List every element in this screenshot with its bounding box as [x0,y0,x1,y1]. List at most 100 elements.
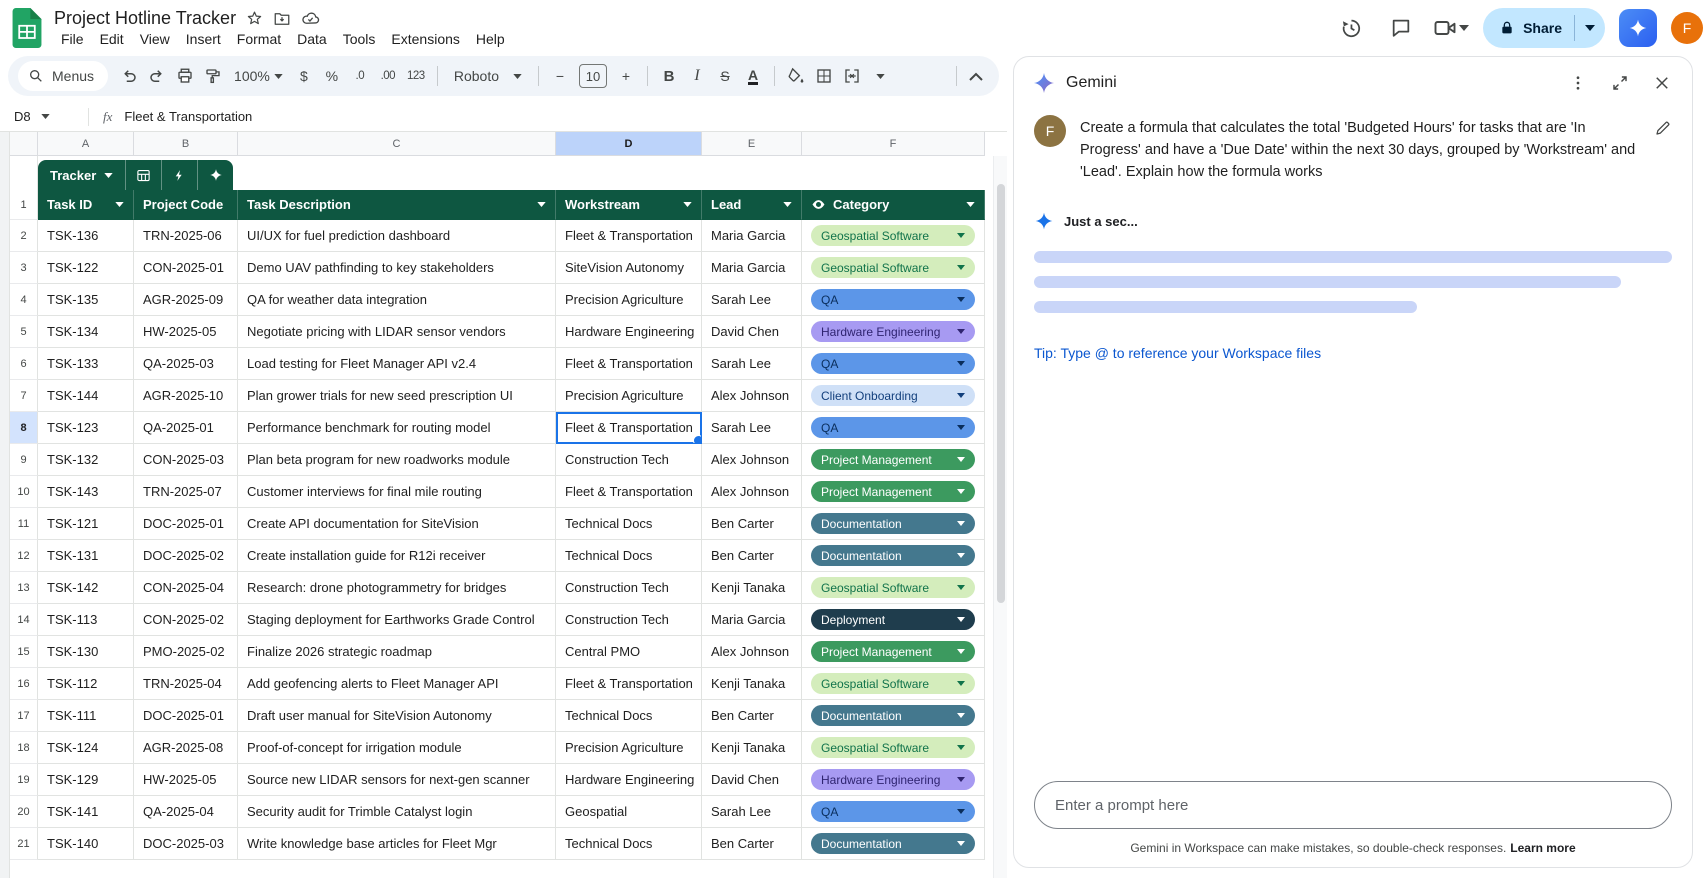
table-gemini-button[interactable] [197,160,233,190]
cell-category-13[interactable]: Geospatial Software [802,572,985,604]
sheets-logo-icon[interactable] [12,8,42,48]
bold-button[interactable]: B [656,62,682,90]
cloud-status-icon[interactable] [301,9,320,28]
cell-lead-4[interactable]: Sarah Lee [702,284,802,316]
cell-description-3[interactable]: Demo UAV pathfinding to key stakeholders [238,252,556,284]
cell-workstream-5[interactable]: Hardware Engineering [556,316,702,348]
category-chip[interactable]: Geospatial Software [811,577,975,598]
column-header-d[interactable]: D [556,132,702,156]
cell-workstream-6[interactable]: Fleet & Transportation [556,348,702,380]
cell-workstream-2[interactable]: Fleet & Transportation [556,220,702,252]
row-number-13[interactable]: 13 [10,572,38,604]
redo-button[interactable] [144,62,170,90]
cell-category-8[interactable]: QA [802,412,985,444]
cell-workstream-3[interactable]: SiteVision Autonomy [556,252,702,284]
row-number-6[interactable]: 6 [10,348,38,380]
row-number-18[interactable]: 18 [10,732,38,764]
chevron-down-icon[interactable] [1459,25,1469,31]
cell-taskid-6[interactable]: TSK-133 [38,348,134,380]
learn-more-link[interactable]: Learn more [1510,841,1575,855]
cell-code-4[interactable]: AGR-2025-09 [134,284,238,316]
category-chip[interactable]: Geospatial Software [811,257,975,278]
row-number-20[interactable]: 20 [10,796,38,828]
cell-code-14[interactable]: CON-2025-02 [134,604,238,636]
cell-description-19[interactable]: Source new LIDAR sensors for next-gen sc… [238,764,556,796]
cell-code-19[interactable]: HW-2025-05 [134,764,238,796]
cell-category-10[interactable]: Project Management [802,476,985,508]
cell-workstream-16[interactable]: Fleet & Transportation [556,668,702,700]
cell-category-5[interactable]: Hardware Engineering [802,316,985,348]
cell-description-9[interactable]: Plan beta program for new roadworks modu… [238,444,556,476]
cell-workstream-17[interactable]: Technical Docs [556,700,702,732]
row-number-11[interactable]: 11 [10,508,38,540]
cell-workstream-8[interactable]: Fleet & Transportation [556,412,702,444]
strikethrough-button[interactable]: S [712,62,738,90]
cell-workstream-11[interactable]: Technical Docs [556,508,702,540]
menus-search-button[interactable]: Menus [18,61,108,91]
cell-lead-13[interactable]: Kenji Tanaka [702,572,802,604]
cell-lead-15[interactable]: Alex Johnson [702,636,802,668]
cell-lead-8[interactable]: Sarah Lee [702,412,802,444]
cell-lead-20[interactable]: Sarah Lee [702,796,802,828]
format-currency-button[interactable]: $ [291,62,317,90]
italic-button[interactable]: I [684,62,710,90]
row-number-12[interactable]: 12 [10,540,38,572]
cell-category-9[interactable]: Project Management [802,444,985,476]
cell-code-13[interactable]: CON-2025-04 [134,572,238,604]
cell-lead-16[interactable]: Kenji Tanaka [702,668,802,700]
header-workstream[interactable]: Workstream [556,190,702,220]
fill-color-button[interactable] [783,62,809,90]
cell-category-20[interactable]: QA [802,796,985,828]
category-chip[interactable]: Project Management [811,481,975,502]
cell-workstream-4[interactable]: Precision Agriculture [556,284,702,316]
meet-button[interactable] [1433,16,1469,40]
font-family-select[interactable]: Roboto [446,68,530,84]
cell-description-15[interactable]: Finalize 2026 strategic roadmap [238,636,556,668]
cell-taskid-13[interactable]: TSK-142 [38,572,134,604]
menu-insert[interactable]: Insert [179,30,228,48]
cell-workstream-10[interactable]: Fleet & Transportation [556,476,702,508]
cell-code-3[interactable]: CON-2025-01 [134,252,238,284]
cell-code-12[interactable]: DOC-2025-02 [134,540,238,572]
share-dropdown-button[interactable] [1575,8,1605,48]
cell-taskid-16[interactable]: TSK-112 [38,668,134,700]
category-chip[interactable]: Hardware Engineering [811,321,975,342]
row-number-5[interactable]: 5 [10,316,38,348]
decrease-font-size-button[interactable]: − [547,62,573,90]
formula-input[interactable]: Fleet & Transportation [124,109,252,124]
row-number-16[interactable]: 16 [10,668,38,700]
cell-code-18[interactable]: AGR-2025-08 [134,732,238,764]
cell-code-11[interactable]: DOC-2025-01 [134,508,238,540]
cell-lead-18[interactable]: Kenji Tanaka [702,732,802,764]
cell-description-8[interactable]: Performance benchmark for routing model [238,412,556,444]
cell-description-16[interactable]: Add geofencing alerts to Fleet Manager A… [238,668,556,700]
category-chip[interactable]: Deployment [811,609,975,630]
cell-description-10[interactable]: Customer interviews for final mile routi… [238,476,556,508]
menu-data[interactable]: Data [290,30,334,48]
cell-taskid-11[interactable]: TSK-121 [38,508,134,540]
cell-taskid-8[interactable]: TSK-123 [38,412,134,444]
header-task-description[interactable]: Task Description [238,190,556,220]
cell-code-10[interactable]: TRN-2025-07 [134,476,238,508]
column-header-f[interactable]: F [802,132,985,156]
select-all-corner[interactable] [10,132,38,156]
zoom-select[interactable]: 100% [228,68,289,84]
cell-lead-21[interactable]: Ben Carter [702,828,802,860]
cell-code-20[interactable]: QA-2025-04 [134,796,238,828]
category-chip[interactable]: Project Management [811,449,975,470]
cell-code-2[interactable]: TRN-2025-06 [134,220,238,252]
cell-taskid-10[interactable]: TSK-143 [38,476,134,508]
table-tools-button[interactable] [161,160,197,190]
cell-taskid-4[interactable]: TSK-135 [38,284,134,316]
cell-taskid-12[interactable]: TSK-131 [38,540,134,572]
cell-taskid-15[interactable]: TSK-130 [38,636,134,668]
cell-taskid-19[interactable]: TSK-129 [38,764,134,796]
cell-taskid-21[interactable]: TSK-140 [38,828,134,860]
cell-code-21[interactable]: DOC-2025-03 [134,828,238,860]
row-number-14[interactable]: 14 [10,604,38,636]
row-number-4[interactable]: 4 [10,284,38,316]
account-avatar[interactable]: F [1671,12,1703,44]
cell-code-5[interactable]: HW-2025-05 [134,316,238,348]
menu-view[interactable]: View [133,30,177,48]
cell-lead-2[interactable]: Maria Garcia [702,220,802,252]
